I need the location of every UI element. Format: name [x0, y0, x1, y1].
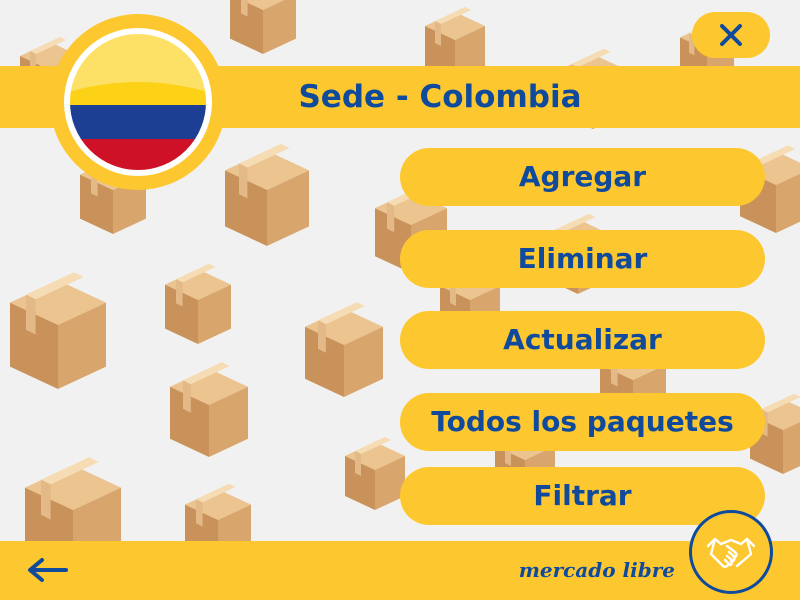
actualizar-button[interactable]: Actualizar — [400, 311, 765, 369]
brand-name: mercado libre — [518, 558, 675, 582]
arrow-left-icon — [28, 558, 68, 582]
close-button[interactable] — [692, 12, 770, 58]
colombia-flag-icon — [50, 14, 226, 190]
todos-los-paquetes-button[interactable]: Todos los paquetes — [400, 393, 765, 451]
close-icon — [720, 24, 742, 46]
agregar-button[interactable]: Agregar — [400, 148, 765, 206]
handshake-icon — [706, 537, 756, 568]
eliminar-button[interactable]: Eliminar — [400, 230, 765, 288]
page-title: Sede - Colombia — [298, 79, 582, 115]
footer-bar — [0, 541, 800, 600]
mercado-libre-logo — [689, 510, 773, 594]
back-button[interactable] — [10, 548, 86, 592]
